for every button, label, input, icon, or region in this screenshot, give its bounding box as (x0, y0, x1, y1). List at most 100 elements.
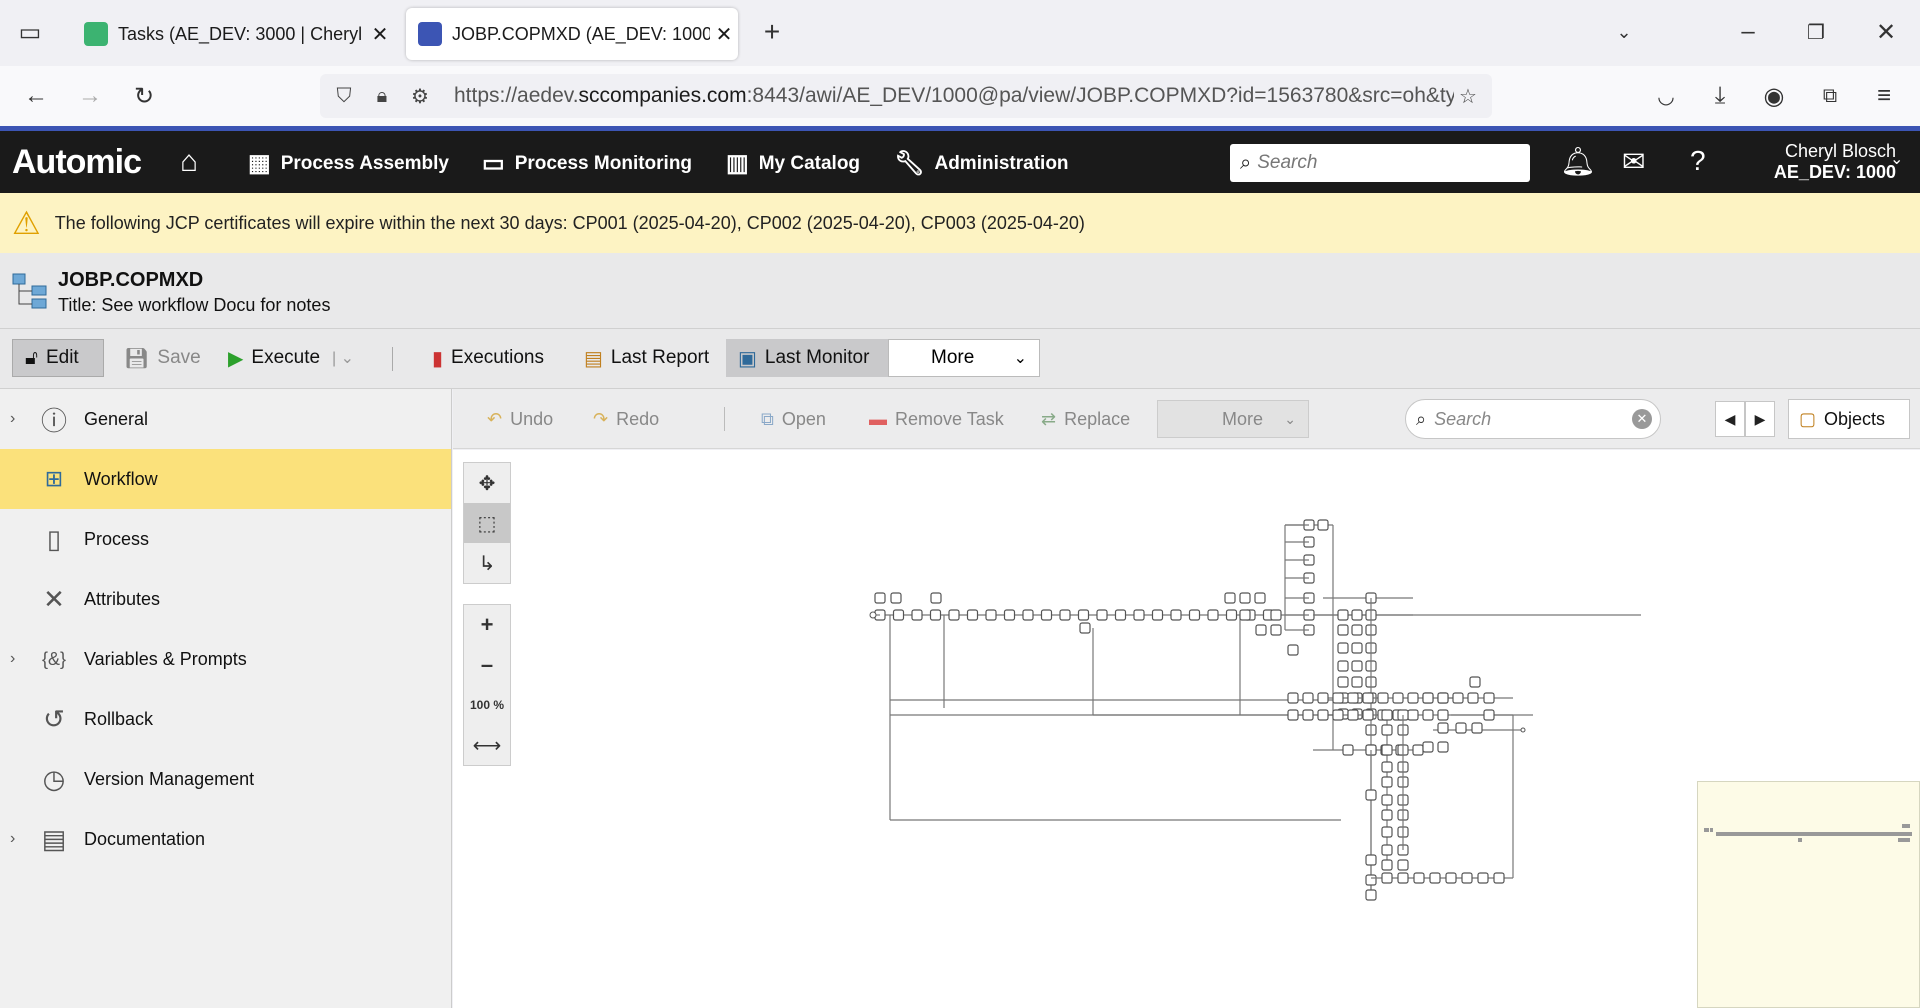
workflow-task[interactable] (1302, 709, 1314, 721)
workflow-task[interactable] (1467, 692, 1479, 704)
editor-more-dropdown[interactable]: More ⌄ (1157, 400, 1309, 438)
workflow-task[interactable] (1337, 609, 1349, 621)
execute-button[interactable]: ▶ Execute | ⌄ (216, 339, 366, 377)
workflow-task[interactable] (1397, 859, 1409, 871)
nav-my-catalog[interactable]: ▥ My Catalog (726, 149, 860, 178)
edit-button[interactable]: 🔓︎ Edit (12, 339, 104, 377)
workflow-task[interactable] (1337, 642, 1349, 654)
home-icon[interactable]: ⌂ (180, 145, 208, 179)
pocket-icon[interactable]: ◡ (1650, 80, 1682, 112)
clear-search-icon[interactable]: ✕ (1632, 409, 1652, 429)
workflow-task[interactable] (1483, 692, 1495, 704)
url-bar[interactable]: ⛉ 🔒︎ ⚙ https://aedev.sccompanies.com:844… (320, 74, 1492, 118)
workflow-task[interactable] (1239, 609, 1251, 621)
back-icon[interactable]: ← (20, 80, 52, 112)
workflow-task[interactable] (1365, 854, 1377, 866)
workflow-task[interactable] (1287, 692, 1299, 704)
workflow-task[interactable] (1381, 761, 1393, 773)
open-button[interactable]: ⧉ Open (761, 401, 826, 437)
workflow-task[interactable] (1412, 744, 1424, 756)
workflow-task[interactable] (892, 609, 905, 621)
replace-button[interactable]: ⇄ Replace (1041, 401, 1130, 437)
workflow-task[interactable] (1133, 609, 1145, 621)
last-report-button[interactable]: ▤ Last Report (572, 339, 721, 377)
new-tab-button[interactable]: + (756, 16, 788, 48)
workflow-task[interactable] (1337, 676, 1349, 688)
workflow-canvas[interactable]: ✥ ⬚ ↳ + – 100 % ⟷ (453, 450, 1920, 1008)
workflow-task[interactable] (1170, 609, 1182, 621)
workflow-task[interactable] (1362, 709, 1374, 721)
workflow-task[interactable] (1422, 709, 1434, 721)
next-result-button[interactable]: ▶ (1745, 401, 1775, 437)
workflow-task[interactable] (1365, 789, 1377, 801)
workflow-task[interactable] (1381, 809, 1393, 821)
workflow-task[interactable] (1381, 744, 1393, 756)
workflow-task[interactable] (1239, 592, 1251, 604)
workflow-task[interactable] (1381, 724, 1393, 736)
workflow-task[interactable] (1270, 624, 1282, 636)
nav-process-assembly[interactable]: ▦ Process Assembly (248, 149, 449, 178)
workflow-task[interactable] (1381, 794, 1393, 806)
browser-tab-tasks[interactable]: Tasks (AE_DEV: 3000 | Cheryl Blo ✕ (72, 8, 394, 60)
menu-icon[interactable]: ≡ (1868, 80, 1900, 112)
reload-icon[interactable]: ↻ (128, 80, 160, 112)
workflow-task[interactable] (1317, 709, 1329, 721)
workflow-task[interactable] (1096, 609, 1108, 621)
workflow-task[interactable] (1079, 622, 1091, 634)
notifications-bell-icon[interactable]: 🔔︎ (1560, 145, 1596, 178)
chevron-down-icon[interactable]: ⌄ (1890, 149, 1903, 169)
chevron-right-icon[interactable]: › (10, 410, 15, 428)
workflow-task[interactable] (1381, 709, 1393, 721)
workflow-task[interactable] (1337, 660, 1349, 672)
workflow-task[interactable] (1207, 609, 1219, 621)
sidebar-item-documentation[interactable]: › ▤ Documentation (0, 809, 451, 869)
workflow-task[interactable] (1493, 872, 1505, 884)
workflow-task[interactable] (1225, 609, 1238, 621)
workflow-task[interactable] (1461, 872, 1473, 884)
workflow-task[interactable] (1022, 609, 1034, 621)
extensions-icon[interactable]: ⧉ (1814, 80, 1846, 112)
browser-tab-jobp[interactable]: JOBP.COPMXD (AE_DEV: 1000 | ✕ (406, 8, 738, 60)
workflow-task[interactable] (1445, 872, 1457, 884)
objects-button[interactable]: ▢ Objects (1788, 399, 1910, 439)
workflow-task[interactable] (1351, 676, 1363, 688)
save-button[interactable]: 💾︎ Save (112, 339, 213, 377)
workflow-task[interactable] (1452, 692, 1464, 704)
workflow-task[interactable] (1381, 859, 1393, 871)
chevron-right-icon[interactable]: › (10, 650, 15, 668)
global-search-input[interactable]: ⌕ Search (1230, 144, 1530, 182)
workflow-task[interactable] (1224, 592, 1236, 604)
workflow-task[interactable] (1270, 609, 1282, 621)
close-tab-icon[interactable]: ✕ (710, 22, 738, 47)
workflow-task[interactable] (1337, 624, 1349, 636)
help-icon[interactable]: ? (1690, 145, 1706, 177)
workflow-task[interactable] (1059, 609, 1071, 621)
workflow-task[interactable] (1381, 776, 1393, 788)
redo-button[interactable]: ↷ Redo (593, 401, 659, 437)
workflow-task[interactable] (1347, 692, 1359, 704)
executions-button[interactable]: ▮ Executions (420, 339, 556, 377)
automic-logo[interactable]: Automic (12, 143, 142, 182)
workflow-task[interactable] (890, 592, 902, 604)
workflow-task[interactable] (1483, 709, 1495, 721)
workflow-task[interactable] (1351, 660, 1363, 672)
close-tab-icon[interactable]: ✕ (366, 22, 394, 47)
minimize-icon[interactable]: – (1732, 16, 1764, 48)
chevron-down-icon[interactable]: | ⌄ (332, 348, 354, 368)
workflow-task[interactable] (874, 592, 886, 604)
workflow-task[interactable] (985, 609, 997, 621)
messages-mail-icon[interactable]: ✉ (1622, 145, 1645, 178)
forward-icon[interactable]: → (74, 80, 106, 112)
user-menu[interactable]: Cheryl Blosch AE_DEV: 1000 (1756, 141, 1896, 183)
restore-icon[interactable]: ❐ (1800, 16, 1832, 48)
workflow-task[interactable] (1422, 692, 1434, 704)
account-icon[interactable]: ◉ (1758, 80, 1790, 112)
workflow-task[interactable] (1392, 692, 1404, 704)
sidebar-item-process[interactable]: ▯ Process (0, 509, 451, 569)
workflow-task[interactable] (1377, 692, 1389, 704)
workflow-task[interactable] (1381, 872, 1393, 884)
sidebar-item-attributes[interactable]: ✕ Attributes (0, 569, 451, 629)
bookmark-star-icon[interactable]: ☆ (1454, 84, 1482, 109)
list-all-tabs-icon[interactable]: ⌄ (1608, 16, 1640, 48)
workflow-task[interactable] (1437, 741, 1449, 753)
